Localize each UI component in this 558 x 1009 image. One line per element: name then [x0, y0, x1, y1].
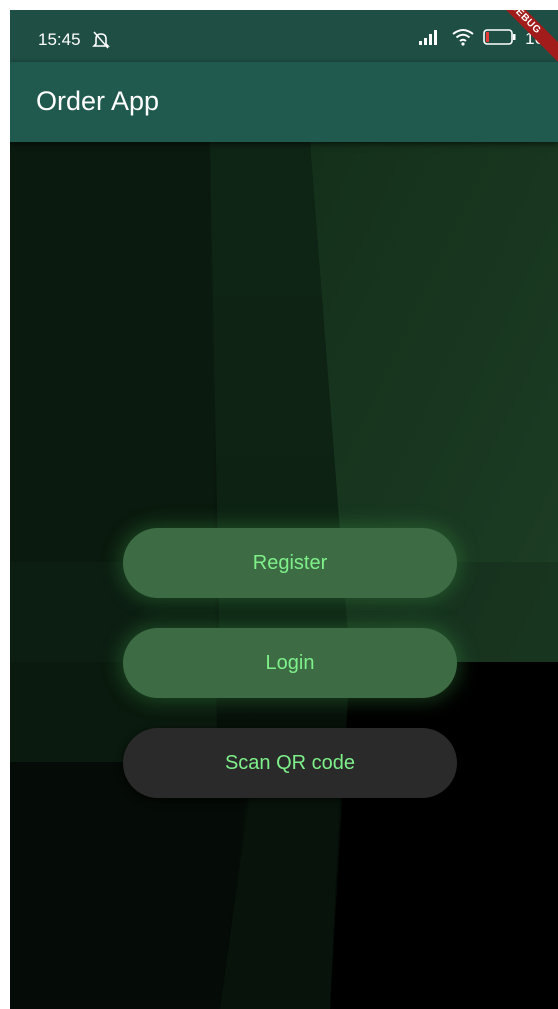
button-group: Register Login Scan QR code [123, 528, 457, 828]
status-time: 15:45 [38, 30, 81, 49]
login-button[interactable]: Login [123, 628, 457, 698]
scan-qr-button[interactable]: Scan QR code [123, 728, 457, 798]
bell-off-icon [91, 30, 111, 50]
app-bar: Order App [10, 62, 558, 142]
signal-icon [419, 29, 443, 50]
page-title: Order App [36, 86, 160, 116]
battery-icon [483, 28, 517, 51]
wifi-icon [451, 28, 475, 51]
register-button[interactable]: Register [123, 528, 457, 598]
phone-screen: 15:45 DEBUG Order App Register Login Sca… [10, 10, 558, 1009]
status-bar: 15:45 [10, 10, 558, 62]
status-icons: 16 [419, 28, 544, 50]
